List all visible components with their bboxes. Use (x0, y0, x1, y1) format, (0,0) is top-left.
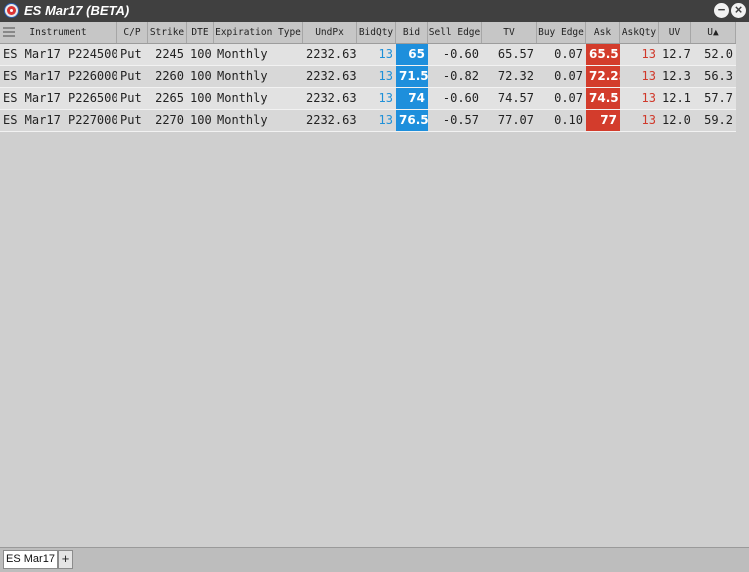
strike-cell: 2245 (155, 47, 184, 61)
exp-type-cell: Monthly (217, 69, 268, 83)
strike-cell: 2270 (155, 113, 184, 127)
title-bar[interactable]: ES Mar17 (BETA) − × (0, 0, 749, 22)
ask-cell[interactable]: 77 (586, 110, 620, 131)
ask-cell[interactable]: 74.5 (586, 88, 620, 109)
dte-cell: 100 (190, 47, 212, 61)
tv-cell: 74.57 (497, 91, 534, 105)
column-header-askqty[interactable]: AskQty (620, 22, 659, 43)
u-sorted-cell: 56.3 (704, 69, 733, 83)
bidqty-cell: 13 (378, 113, 393, 127)
cp-cell: Put (120, 91, 142, 105)
minimize-button[interactable]: − (714, 3, 729, 18)
add-tab-button[interactable]: + (58, 550, 73, 569)
sell-edge-cell: -0.82 (442, 69, 479, 83)
column-header-uv[interactable]: UV (659, 22, 691, 43)
cp-cell: Put (120, 47, 142, 61)
bidqty-cell: 13 (378, 69, 393, 83)
tab-es-mar17[interactable]: ES Mar17 (3, 550, 58, 569)
ask-cell[interactable]: 72.25 (586, 66, 620, 87)
undpx-cell: 2232.63 (306, 113, 357, 127)
askqty-cell: 13 (641, 91, 656, 105)
askqty-cell: 13 (641, 69, 656, 83)
dte-cell: 100 (190, 113, 212, 127)
bidqty-cell: 13 (378, 47, 393, 61)
dte-cell: 100 (190, 69, 212, 83)
bidqty-cell: 13 (378, 91, 393, 105)
askqty-cell: 13 (641, 113, 656, 127)
bid-cell[interactable]: 65 (396, 44, 428, 65)
table-row[interactable]: ES Mar17 P226500 Put 2265 100 Monthly 2232.63… (0, 88, 736, 110)
buy-edge-cell: 0.07 (554, 91, 583, 105)
column-header-u-sorted[interactable]: U▲ (691, 22, 736, 43)
app-logo-icon (4, 3, 19, 18)
uv-cell: 12.7 (662, 47, 691, 61)
column-header-ask[interactable]: Ask (586, 22, 620, 43)
exp-type-cell: Monthly (217, 91, 268, 105)
column-header-exp-type[interactable]: Expiration Type (214, 22, 303, 43)
tab-bar: ES Mar17 + (0, 547, 749, 572)
askqty-cell: 13 (641, 47, 656, 61)
u-sorted-cell: 57.7 (704, 91, 733, 105)
column-header-strike[interactable]: Strike (148, 22, 187, 43)
buy-edge-cell: 0.07 (554, 47, 583, 61)
table-row[interactable]: ES Mar17 P224500 Put 2245 100 Monthly 2232.63… (0, 44, 736, 66)
exp-type-cell: Monthly (217, 113, 268, 127)
tv-cell: 72.32 (497, 69, 534, 83)
instrument-cell: ES Mar17 P226000 (3, 69, 117, 83)
uv-cell: 12.1 (662, 91, 691, 105)
column-header-buy-edge[interactable]: Buy Edge (537, 22, 586, 43)
close-button[interactable]: × (731, 3, 746, 18)
undpx-cell: 2232.63 (306, 91, 357, 105)
column-header-undpx[interactable]: UndPx (303, 22, 357, 43)
column-header-cp[interactable]: C/P (117, 22, 148, 43)
cp-cell: Put (120, 69, 142, 83)
sell-edge-cell: -0.60 (442, 91, 479, 105)
column-header-dte[interactable]: DTE (187, 22, 214, 43)
undpx-cell: 2232.63 (306, 47, 357, 61)
u-sorted-cell: 59.2 (704, 113, 733, 127)
bid-cell[interactable]: 76.5 (396, 110, 428, 131)
column-header-tv[interactable]: TV (482, 22, 537, 43)
sell-edge-cell: -0.60 (442, 47, 479, 61)
cp-cell: Put (120, 113, 142, 127)
option-chain-window: ES Mar17 (BETA) − × Instrument C/P Strike D… (0, 0, 749, 572)
column-header-bidqty[interactable]: BidQty (357, 22, 396, 43)
tv-cell: 77.07 (497, 113, 534, 127)
sell-edge-cell: -0.57 (442, 113, 479, 127)
column-header-instrument[interactable]: Instrument (0, 22, 117, 43)
buy-edge-cell: 0.10 (554, 113, 583, 127)
bid-cell[interactable]: 71.5 (396, 66, 428, 87)
undpx-cell: 2232.63 (306, 69, 357, 83)
buy-edge-cell: 0.07 (554, 69, 583, 83)
strike-cell: 2265 (155, 91, 184, 105)
u-sorted-cell: 52.0 (704, 47, 733, 61)
uv-cell: 12.3 (662, 69, 691, 83)
column-header-bid[interactable]: Bid (396, 22, 428, 43)
table-row[interactable]: ES Mar17 P227000 Put 2270 100 Monthly 2232.63… (0, 110, 736, 132)
uv-cell: 12.0 (662, 113, 691, 127)
ask-cell[interactable]: 65.5 (586, 44, 620, 65)
strike-cell: 2260 (155, 69, 184, 83)
instrument-cell: ES Mar17 P224500 (3, 47, 117, 61)
exp-type-cell: Monthly (217, 47, 268, 61)
dte-cell: 100 (190, 91, 212, 105)
column-header-sell-edge[interactable]: Sell Edge (428, 22, 482, 43)
table-row[interactable]: ES Mar17 P226000 Put 2260 100 Monthly 2232.63… (0, 66, 736, 88)
instrument-cell: ES Mar17 P226500 (3, 91, 117, 105)
window-title: ES Mar17 (BETA) (24, 3, 130, 18)
instrument-cell: ES Mar17 P227000 (3, 113, 117, 127)
tv-cell: 65.57 (497, 47, 534, 61)
grid-header: Instrument C/P Strike DTE Expiration Type Und… (0, 22, 736, 44)
bid-cell[interactable]: 74 (396, 88, 428, 109)
